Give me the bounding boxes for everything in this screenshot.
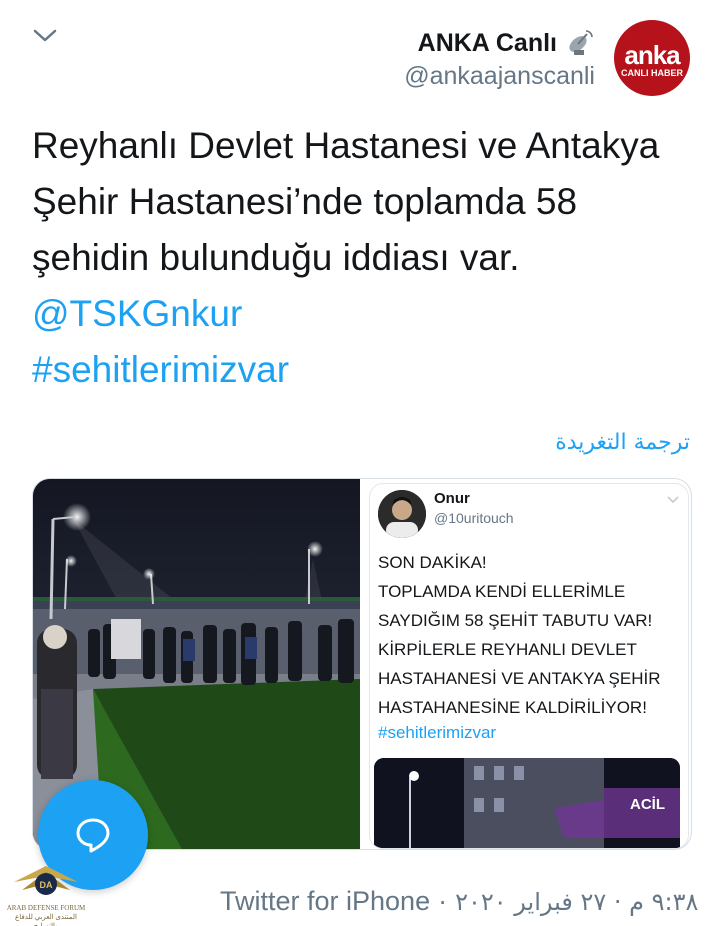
watermark-line2: المنتدى العربي للدفاع والتسليح [15,913,77,926]
quoted-photo[interactable]: ACİL [374,758,680,848]
tweet-timestamp: ٩:٣٨ م · ٢٧ فبراير ٢٠٢٠ [455,888,699,916]
tweet-footer: Twitter for iPhone · ٩:٣٨ م · ٢٧ فبراير ٢٠… [220,886,698,917]
tweet-body: Reyhanlı Devlet Hastanesi ve Antakya Şeh… [32,125,660,278]
account-name[interactable]: ANKA Canlı [418,29,557,58]
account-handle[interactable]: @ankaajanscanli [404,62,595,91]
account-info[interactable]: ANKA Canlı @ankaajanscanli [404,26,595,91]
avatar-logo-subtext: CANLI HABER [621,68,683,78]
avatar[interactable]: anka CANLI HABER [614,20,690,96]
quoted-hashtag[interactable]: #sehitlerimizvar [378,723,496,743]
tweet-media[interactable]: Onur @10uritouch SON DAKİKA! TOPLAMDA KE… [32,478,692,850]
quoted-avatar[interactable] [378,490,426,538]
hashtag-link[interactable]: #sehitlerimizvar [32,349,289,390]
mention-link[interactable]: @TSKGnkur [32,293,242,334]
tweet-source[interactable]: Twitter for iPhone [220,886,430,916]
quoted-photo-sign: ACİL [630,796,665,813]
forum-watermark-logo: DA ARAB DEFENSE FORUM المنتدى العربي للد… [4,860,88,926]
footer-separator: · [438,886,448,916]
chevron-down-icon[interactable] [666,492,680,504]
quoted-name[interactable]: Onur [434,490,470,507]
tweet-text: Reyhanlı Devlet Hastanesi ve Antakya Şeh… [32,118,682,398]
quoted-text: SON DAKİKA! TOPLAMDA KENDİ ELLERİMLE SAY… [378,553,661,717]
svg-text:DA: DA [40,880,53,890]
quoted-handle[interactable]: @10uritouch [434,510,514,526]
reply-icon [76,818,110,853]
chevron-down-icon[interactable] [32,26,58,46]
watermark-line1: ARAB DEFENSE FORUM [6,904,86,912]
satellite-dish-icon [565,28,595,58]
avatar-logo-text: anka [624,40,680,70]
quoted-tweet-card[interactable]: Onur @10uritouch SON DAKİKA! TOPLAMDA KE… [369,483,689,849]
translate-tweet-link[interactable]: ترجمة التغريدة [555,430,690,455]
